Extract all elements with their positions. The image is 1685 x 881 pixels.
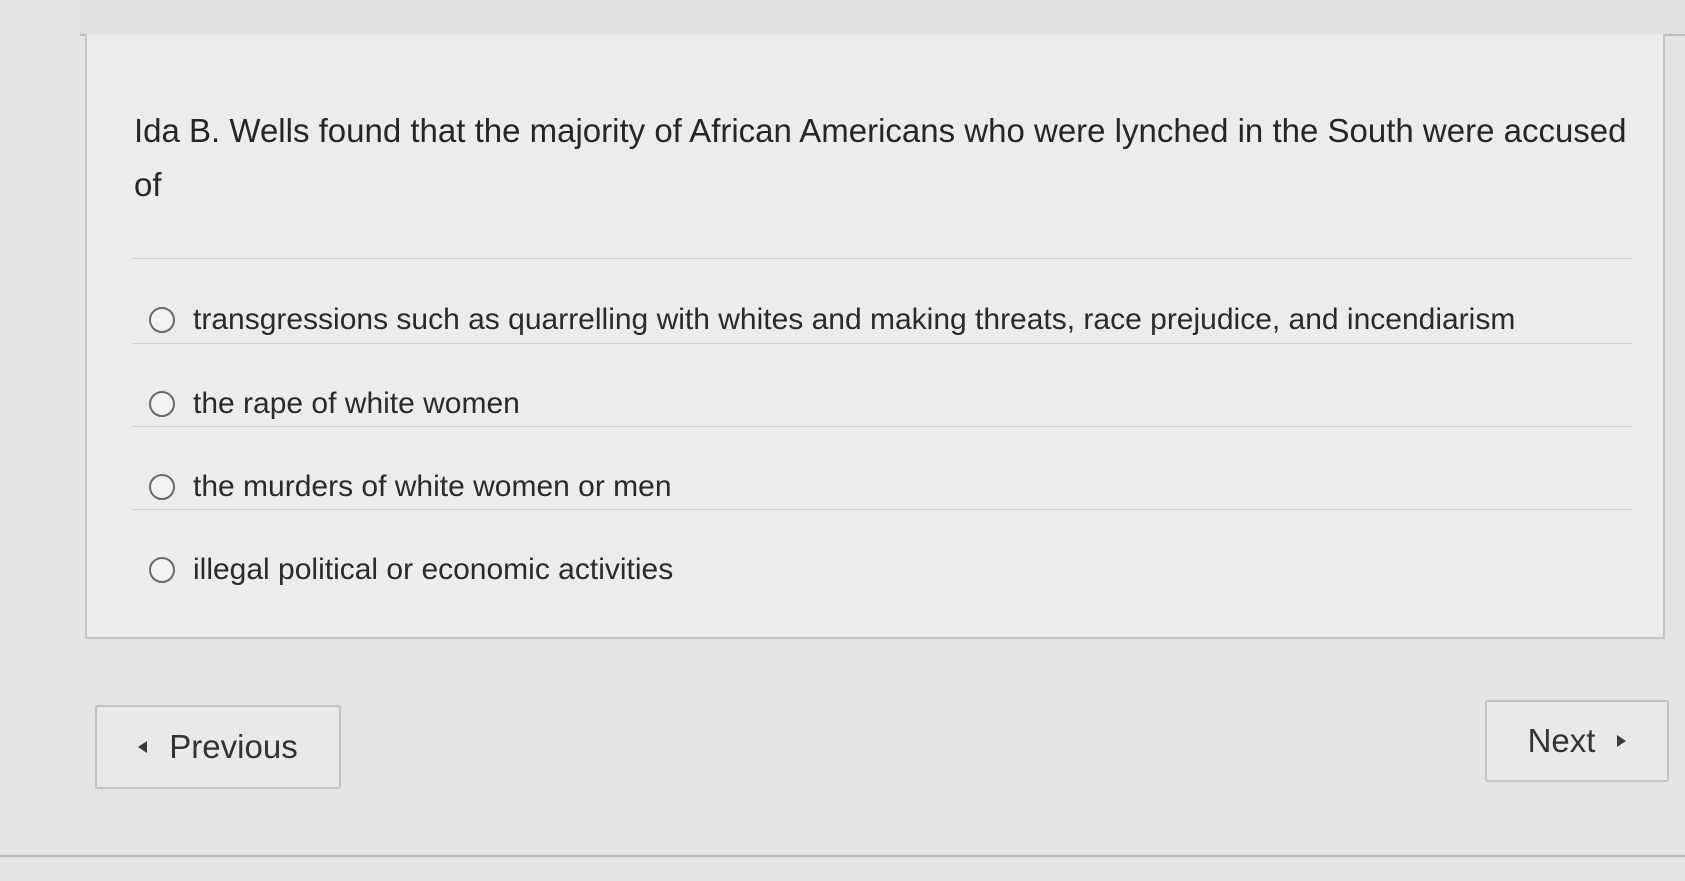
question-text: Ida B. Wells found that the majority of …	[134, 112, 1627, 203]
divider	[132, 343, 1632, 344]
top-bar	[80, 0, 1685, 36]
answer-option-3[interactable]: the murders of white women or men	[149, 467, 672, 507]
answer-option-label: transgressions such as quarrelling with …	[193, 303, 1516, 336]
radio-button-icon[interactable]	[149, 391, 175, 417]
answer-option-1[interactable]: transgressions such as quarrelling with …	[149, 300, 1515, 340]
bottom-divider	[0, 855, 1685, 857]
answer-option-label: the murders of white women or men	[193, 470, 672, 503]
next-button[interactable]: Next	[1485, 700, 1669, 782]
question-card: Ida B. Wells found that the majority of …	[85, 34, 1665, 639]
divider	[132, 509, 1632, 510]
radio-button-icon[interactable]	[149, 307, 175, 333]
answer-option-label: illegal political or economic activities	[193, 553, 674, 586]
previous-button[interactable]: Previous	[95, 705, 341, 789]
answer-option-label: the rape of white women	[193, 387, 520, 420]
radio-button-icon[interactable]	[149, 474, 175, 500]
next-button-label: Next	[1527, 722, 1596, 759]
answer-option-2[interactable]: the rape of white women	[149, 384, 520, 424]
answer-option-4[interactable]: illegal political or economic activities	[149, 550, 673, 590]
radio-button-icon[interactable]	[149, 557, 175, 583]
divider	[132, 426, 1632, 427]
caret-right-icon	[1617, 735, 1627, 747]
divider	[132, 258, 1632, 259]
previous-button-label: Previous	[169, 728, 298, 765]
caret-left-icon	[138, 741, 148, 753]
